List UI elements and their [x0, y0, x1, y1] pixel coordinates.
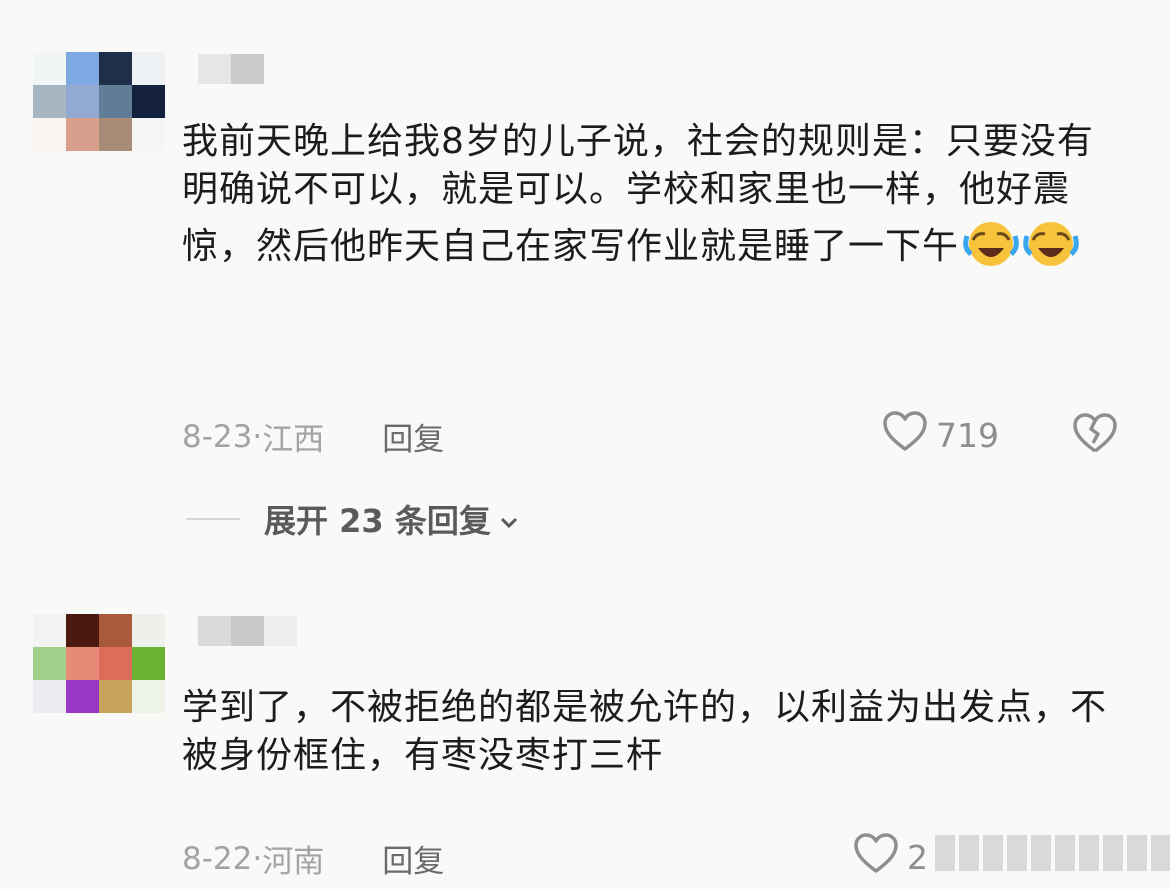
- watermark-blurred: [935, 835, 1170, 871]
- reply-button[interactable]: 回复: [382, 836, 444, 881]
- rolling-on-floor-laughing-icon: [1023, 214, 1079, 270]
- chevron-down-icon: [499, 500, 519, 538]
- username-blurred[interactable]: [198, 616, 297, 646]
- reply-button[interactable]: 回复: [382, 414, 444, 459]
- username-blurred[interactable]: [198, 54, 264, 84]
- heart-icon: [853, 832, 899, 882]
- comment-location: 江西: [262, 422, 325, 458]
- broken-heart-icon: [1072, 413, 1118, 458]
- comment-item: 我前天晚上给我8岁的儿子说，社会的规则是：只要没有明确说不可以，就是可以。学校和…: [0, 0, 1170, 560]
- comment-location: 河南: [262, 844, 325, 880]
- like-button[interactable]: 2: [853, 832, 928, 882]
- comment-meta: 8-22· 河南 回复: [182, 836, 444, 881]
- comment-meta: 8-23· 江西 回复: [182, 414, 444, 459]
- comment-text: 我前天晚上给我8岁的儿子说，社会的规则是：只要没有明确说不可以，就是可以。学校和…: [182, 118, 1122, 271]
- like-button[interactable]: 719: [882, 410, 999, 460]
- comment-date: 8-23·: [182, 418, 263, 455]
- dislike-button[interactable]: [1072, 412, 1118, 458]
- expand-replies-button[interactable]: 展开 23 条回复: [186, 496, 519, 542]
- avatar[interactable]: [33, 52, 165, 151]
- comment-text: 学到了，不被拒绝的都是被允许的，以利益为出发点，不被身份框住，有枣没枣打三杆: [182, 687, 1108, 776]
- comment-date: 8-22·: [182, 840, 263, 877]
- heart-icon: [882, 410, 928, 460]
- divider: [186, 518, 240, 520]
- expand-replies-label: 展开 23 条回复: [264, 502, 491, 540]
- like-count: 2: [907, 837, 928, 877]
- like-count: 719: [936, 415, 999, 455]
- rolling-on-floor-laughing-icon: [963, 214, 1019, 270]
- avatar[interactable]: [33, 614, 165, 713]
